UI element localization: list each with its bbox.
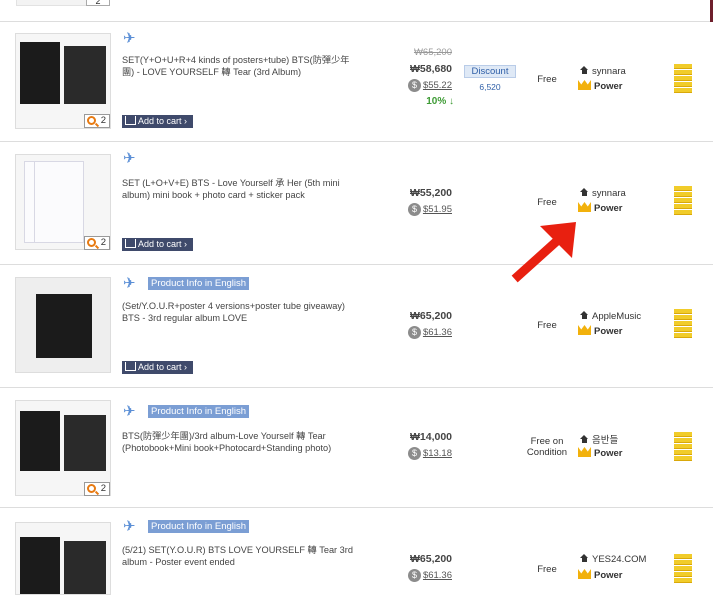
- house-icon: [580, 311, 589, 320]
- add-to-cart-button[interactable]: Add to cart ›: [122, 238, 193, 251]
- crown-icon: [578, 80, 591, 90]
- shipping-info: Free on Condition: [526, 436, 568, 458]
- zoom-button[interactable]: 2: [84, 236, 110, 250]
- crown-icon: [578, 325, 591, 335]
- product-row: 2 ✈ Product Info in English BTS(防彈少年團)/3…: [0, 388, 713, 508]
- power-seller-badge: Power: [578, 80, 623, 92]
- zoom-button[interactable]: 2: [84, 482, 110, 496]
- product-thumbnail[interactable]: [15, 277, 111, 373]
- gold-bars-icon[interactable]: [674, 309, 692, 339]
- zoom-button[interactable]: 2: [84, 114, 110, 128]
- airplane-icon: ✈: [123, 30, 136, 47]
- magnifier-icon: [87, 116, 96, 125]
- product-info-english-badge[interactable]: Product Info in English: [148, 277, 250, 290]
- shipping-info: Free: [537, 564, 557, 575]
- seller-name[interactable]: 음반들: [580, 432, 618, 446]
- usd-price[interactable]: $55.22: [410, 80, 452, 91]
- cart-icon: [125, 116, 136, 125]
- add-to-cart-button[interactable]: Add to cart ›: [122, 361, 193, 374]
- sale-price: ₩55,200: [410, 187, 453, 199]
- product-title[interactable]: (5/21) SET(Y.O.U.R) BTS LOVE YOURSELF 轉 …: [122, 544, 358, 568]
- power-seller-badge: Power: [578, 447, 623, 459]
- airplane-icon: ✈: [123, 150, 136, 167]
- magnifier-icon: [87, 484, 96, 493]
- airplane-icon: ✈: [123, 403, 136, 420]
- power-seller-badge: Power: [578, 325, 623, 337]
- product-title[interactable]: (Set/Y.O.U.R+poster 4 versions+poster tu…: [122, 300, 358, 324]
- product-row: 2 ✈ SET (L+O+V+E) BTS - Love Yourself 承 …: [0, 142, 713, 265]
- previous-zoom-count[interactable]: 2: [86, 0, 110, 6]
- product-info-english-badge[interactable]: Product Info in English: [148, 520, 250, 533]
- house-icon: [580, 188, 589, 197]
- product-row: 2 ✈ SET(Y+O+U+R+4 kinds of posters+tube)…: [0, 22, 713, 142]
- gold-bars-icon[interactable]: [674, 64, 692, 94]
- airplane-icon: ✈: [123, 518, 136, 535]
- discount-amount: 6,520: [479, 82, 501, 92]
- usd-price[interactable]: $61.36: [410, 570, 452, 581]
- sale-price: ₩14,000: [410, 431, 453, 443]
- cart-icon: [125, 362, 136, 371]
- power-seller-badge: Power: [578, 569, 623, 581]
- product-row: ✈ Product Info in English (Set/Y.O.U.R+p…: [0, 265, 713, 388]
- sale-price: ₩58,680: [410, 63, 453, 75]
- seller-name[interactable]: synnara: [580, 188, 626, 199]
- usd-price[interactable]: $13.18: [410, 448, 452, 459]
- gold-bars-icon[interactable]: [674, 186, 692, 216]
- original-price: ₩65,200: [413, 47, 452, 58]
- sale-price: ₩65,200: [410, 553, 453, 565]
- product-thumbnail[interactable]: [15, 522, 111, 595]
- red-arrow-annotation: [511, 222, 576, 283]
- seller-name[interactable]: YES24.COM: [580, 554, 646, 565]
- usd-price[interactable]: $61.36: [410, 327, 452, 338]
- add-to-cart-button[interactable]: Add to cart ›: [122, 115, 193, 128]
- product-title[interactable]: BTS(防彈少年團)/3rd album-Love Yourself 轉 Tea…: [122, 430, 358, 454]
- magnifier-icon: [87, 238, 96, 247]
- crown-icon: [578, 569, 591, 579]
- discount-percent: 10% ↓: [426, 96, 454, 107]
- previous-row-fragment: 2: [0, 0, 713, 22]
- discount-badge[interactable]: Discount: [464, 65, 516, 78]
- shipping-info: Free: [537, 74, 557, 85]
- usd-price[interactable]: $51.95: [410, 204, 452, 215]
- house-icon: [580, 66, 589, 75]
- product-title[interactable]: SET (L+O+V+E) BTS - Love Yourself 承 Her …: [122, 177, 358, 201]
- airplane-icon: ✈: [123, 275, 136, 292]
- crown-icon: [578, 202, 591, 212]
- power-seller-badge: Power: [578, 202, 623, 214]
- sale-price: ₩65,200: [410, 310, 453, 322]
- gold-bars-icon[interactable]: [674, 554, 692, 584]
- shipping-info: Free: [537, 197, 557, 208]
- house-icon: [580, 554, 589, 563]
- house-icon: [580, 435, 589, 444]
- product-title[interactable]: SET(Y+O+U+R+4 kinds of posters+tube) BTS…: [122, 54, 358, 78]
- cart-icon: [125, 239, 136, 248]
- product-row: ✈ Product Info in English (5/21) SET(Y.O…: [0, 508, 713, 595]
- crown-icon: [578, 447, 591, 457]
- seller-name[interactable]: synnara: [580, 66, 626, 77]
- product-info-english-badge[interactable]: Product Info in English: [148, 405, 250, 418]
- gold-bars-icon[interactable]: [674, 432, 692, 462]
- seller-name[interactable]: AppleMusic: [580, 311, 641, 322]
- shipping-info: Free: [537, 320, 557, 331]
